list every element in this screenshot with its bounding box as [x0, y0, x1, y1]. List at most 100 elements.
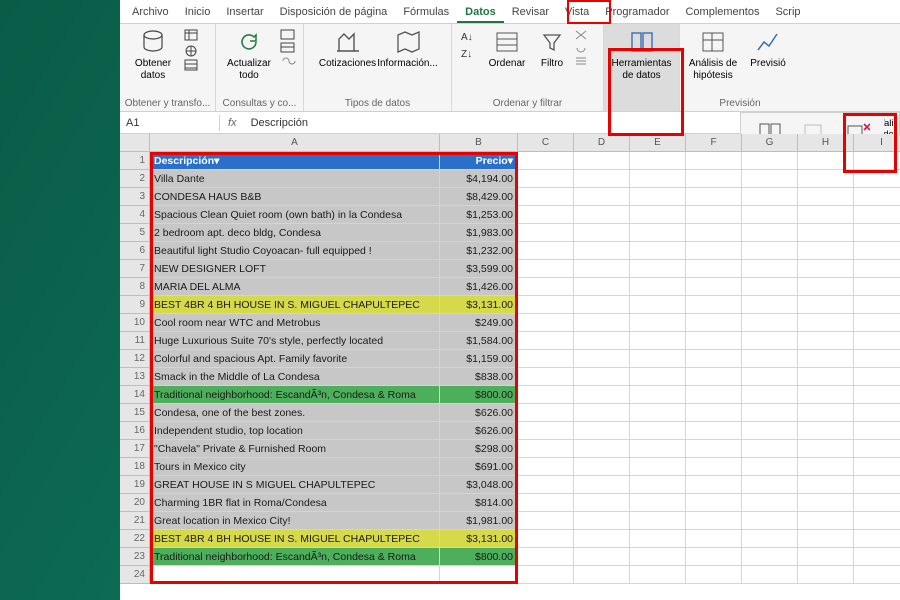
- cell-blank[interactable]: [854, 476, 900, 494]
- cell-blank[interactable]: [742, 548, 798, 566]
- cell-blank[interactable]: [518, 314, 574, 332]
- cell-desc[interactable]: Villa Dante: [150, 170, 440, 188]
- worksheet[interactable]: ABCDEFGHI1Descripción▾Precio▾2Villa Dant…: [120, 134, 900, 600]
- cell-blank[interactable]: [686, 314, 742, 332]
- ordenar-button[interactable]: Ordenar: [484, 26, 530, 72]
- cell-blank[interactable]: [686, 296, 742, 314]
- cell-price[interactable]: $1,584.00: [440, 332, 518, 350]
- cell-blank[interactable]: [798, 224, 854, 242]
- cell-blank[interactable]: [518, 296, 574, 314]
- cell-blank[interactable]: [854, 242, 900, 260]
- cell-blank[interactable]: [630, 260, 686, 278]
- row-header-19[interactable]: 19: [120, 476, 150, 494]
- cell-blank[interactable]: [854, 404, 900, 422]
- cell-blank[interactable]: [686, 350, 742, 368]
- cell-blank[interactable]: [518, 224, 574, 242]
- col-header-C[interactable]: C: [518, 134, 574, 152]
- cell-price[interactable]: $1,159.00: [440, 350, 518, 368]
- row-header-14[interactable]: 14: [120, 386, 150, 404]
- cell-blank[interactable]: [798, 332, 854, 350]
- sort-za-button[interactable]: Z↓: [458, 45, 480, 61]
- cell-blank[interactable]: [686, 368, 742, 386]
- cell-desc[interactable]: Smack in the Middle of La Condesa: [150, 368, 440, 386]
- row-header-22[interactable]: 22: [120, 530, 150, 548]
- cell-blank[interactable]: [742, 332, 798, 350]
- cell-blank[interactable]: [686, 566, 742, 584]
- cell-blank[interactable]: [518, 242, 574, 260]
- name-box[interactable]: A1: [120, 115, 220, 131]
- cell-blank[interactable]: [574, 368, 630, 386]
- cell-blank[interactable]: [518, 548, 574, 566]
- cell-blank[interactable]: [742, 224, 798, 242]
- cell-blank[interactable]: [686, 458, 742, 476]
- row-header-6[interactable]: 6: [120, 242, 150, 260]
- row-header-9[interactable]: 9: [120, 296, 150, 314]
- cell-blank[interactable]: [798, 530, 854, 548]
- cell-blank[interactable]: [630, 224, 686, 242]
- tab-archivo[interactable]: Archivo: [124, 2, 177, 23]
- from-web-icon[interactable]: [184, 44, 200, 58]
- cell-price[interactable]: $298.00: [440, 440, 518, 458]
- cell-desc[interactable]: Cool room near WTC and Metrobus: [150, 314, 440, 332]
- cell-blank[interactable]: [574, 152, 630, 170]
- cell-blank[interactable]: [686, 404, 742, 422]
- header-descripcion[interactable]: Descripción▾: [150, 152, 440, 170]
- tab-scrip[interactable]: Scrip: [767, 2, 808, 23]
- reapply-icon[interactable]: [574, 42, 588, 54]
- cell-blank[interactable]: [518, 404, 574, 422]
- cell-blank[interactable]: [518, 260, 574, 278]
- cell-blank[interactable]: [518, 512, 574, 530]
- cell-blank[interactable]: [518, 332, 574, 350]
- cell-blank[interactable]: [518, 170, 574, 188]
- cell-price[interactable]: $1,426.00: [440, 278, 518, 296]
- cell-blank[interactable]: [854, 350, 900, 368]
- cell-blank[interactable]: [574, 440, 630, 458]
- herramientas-datos-button[interactable]: Herramientas de datos: [613, 26, 671, 83]
- cell-blank[interactable]: [742, 566, 798, 584]
- row-header-23[interactable]: 23: [120, 548, 150, 566]
- obtener-datos-button[interactable]: Obtener datos: [124, 26, 182, 83]
- cell-blank[interactable]: [574, 458, 630, 476]
- cell-blank[interactable]: [686, 260, 742, 278]
- cell-blank[interactable]: [854, 332, 900, 350]
- cell-blank[interactable]: [630, 530, 686, 548]
- cell-desc[interactable]: Traditional neighborhood: EscandÃ³n, Con…: [150, 548, 440, 566]
- cell-blank[interactable]: [518, 422, 574, 440]
- cell-desc[interactable]: Traditional neighborhood: EscandÃ³n, Con…: [150, 386, 440, 404]
- cell-blank[interactable]: [798, 440, 854, 458]
- cell-desc[interactable]: Independent studio, top location: [150, 422, 440, 440]
- cell-blank[interactable]: [742, 350, 798, 368]
- cell-price[interactable]: $3,048.00: [440, 476, 518, 494]
- cell-blank[interactable]: [798, 314, 854, 332]
- cell-blank[interactable]: [518, 566, 574, 584]
- cell-blank[interactable]: [742, 296, 798, 314]
- cell-blank[interactable]: [854, 206, 900, 224]
- cell-blank[interactable]: [686, 386, 742, 404]
- cell-desc[interactable]: BEST 4BR 4 BH HOUSE IN S. MIGUEL CHAPULT…: [150, 296, 440, 314]
- tab-disposición-de-página[interactable]: Disposición de página: [272, 2, 396, 23]
- prevision-button[interactable]: Previsió: [744, 26, 792, 72]
- cell-blank[interactable]: [574, 206, 630, 224]
- cell-price[interactable]: $800.00: [440, 386, 518, 404]
- cell-blank[interactable]: [630, 350, 686, 368]
- cell-blank[interactable]: [742, 170, 798, 188]
- cell-blank[interactable]: [798, 152, 854, 170]
- cell-blank[interactable]: [686, 242, 742, 260]
- cell-blank[interactable]: [518, 440, 574, 458]
- cell-price[interactable]: $8,429.00: [440, 188, 518, 206]
- row-header-15[interactable]: 15: [120, 404, 150, 422]
- filter-dropdown-icon[interactable]: ▾: [214, 155, 219, 167]
- tab-fórmulas[interactable]: Fórmulas: [395, 2, 457, 23]
- cell-blank[interactable]: [630, 458, 686, 476]
- cell-price[interactable]: $626.00: [440, 422, 518, 440]
- cell-blank[interactable]: [518, 458, 574, 476]
- cell-blank[interactable]: [630, 206, 686, 224]
- cell-blank[interactable]: [574, 422, 630, 440]
- cell-blank[interactable]: [686, 530, 742, 548]
- from-text-icon[interactable]: [184, 29, 200, 43]
- row-header-2[interactable]: 2: [120, 170, 150, 188]
- cell-blank[interactable]: [686, 206, 742, 224]
- cell-blank[interactable]: [854, 548, 900, 566]
- cell-blank[interactable]: [798, 368, 854, 386]
- properties-icon[interactable]: [280, 42, 296, 54]
